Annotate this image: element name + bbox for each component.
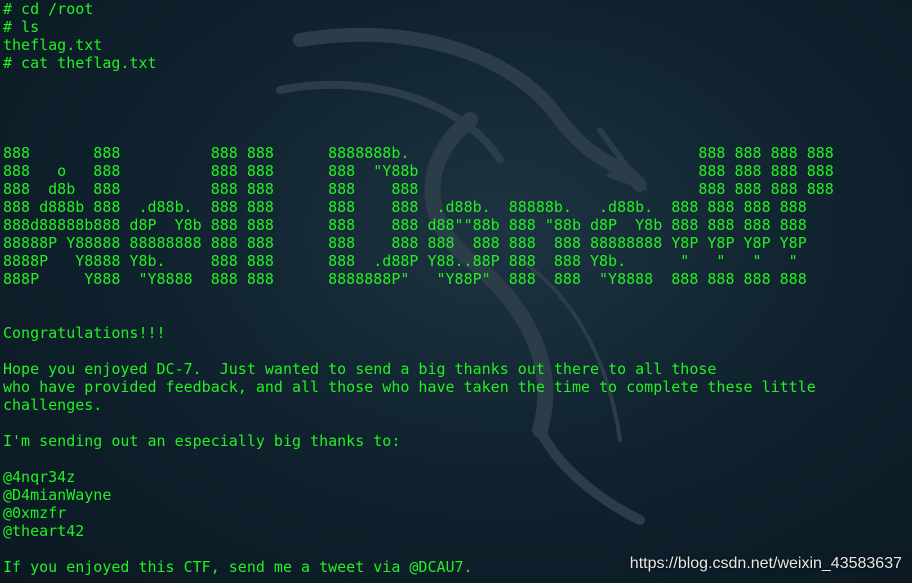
terminal-line: @theart42	[3, 522, 85, 540]
terminal-line: 8888P Y8888 Y8b. 888 888 888 .d88P Y88..…	[3, 252, 798, 270]
terminal-line: # cat theflag.txt	[3, 54, 157, 72]
terminal-output: # cd /root # ls theflag.txt # cat theflag.t…	[3, 0, 834, 576]
terminal-line: # ls	[3, 18, 40, 36]
terminal-line: 888 d8b 888 888 888 888 888 888 888 888 …	[3, 180, 834, 198]
terminal-line: @D4mianWayne	[3, 486, 112, 504]
terminal-line: Hope you enjoyed DC-7. Just wanted to se…	[3, 360, 717, 378]
terminal-line: 888d88888b888 d8P Y8b 888 888 888 888 d8…	[3, 216, 807, 234]
terminal-line: 888 d888b 888 .d88b. 888 888 888 888 .d8…	[3, 198, 807, 216]
terminal-line: theflag.txt	[3, 36, 103, 54]
terminal-line: challenges.	[3, 396, 103, 414]
terminal-line: 888P Y888 "Y8888 888 888 8888888P" "Y88P…	[3, 270, 807, 288]
csdn-watermark: https://blog.csdn.net/weixin_43583637	[629, 555, 902, 572]
terminal-window[interactable]: # cd /root # ls theflag.txt # cat theflag.t…	[0, 0, 912, 583]
terminal-line: 888 888 888 888 8888888b. 888 888 888 88…	[3, 144, 834, 162]
terminal-line: I'm sending out an especially big thanks…	[3, 432, 401, 450]
terminal-line: 888 o 888 888 888 888 "Y88b 888 888 888 …	[3, 162, 834, 180]
terminal-line: @0xmzfr	[3, 504, 67, 522]
terminal-line: Congratulations!!!	[3, 324, 166, 342]
terminal-line: who have provided feedback, and all thos…	[3, 378, 816, 396]
terminal-line: # cd /root	[3, 0, 94, 18]
terminal-line: 88888P Y88888 88888888 888 888 888 888 8…	[3, 234, 807, 252]
terminal-line: @4nqr34z	[3, 468, 76, 486]
